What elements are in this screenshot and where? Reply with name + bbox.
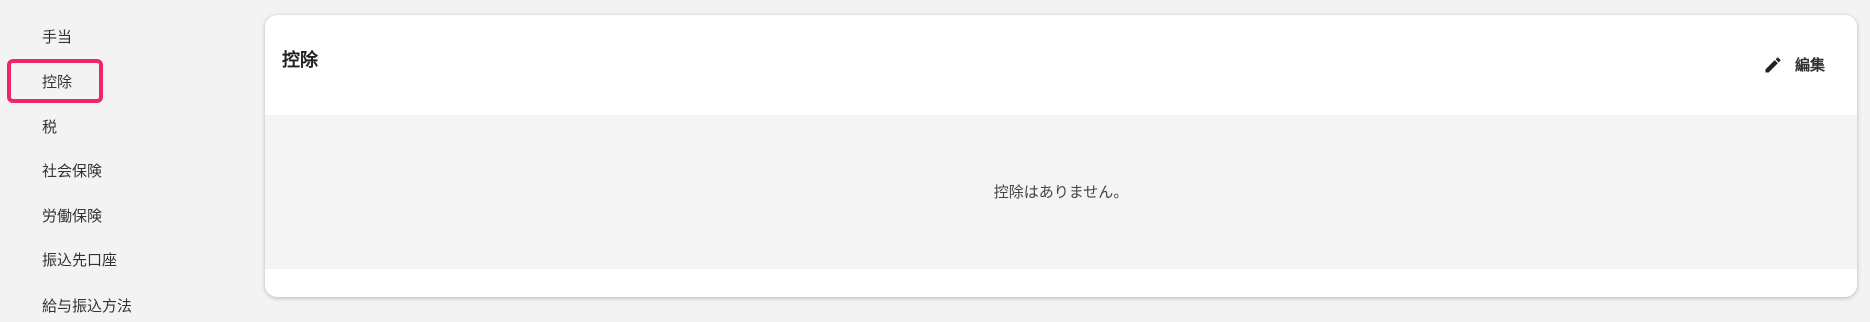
card-title: 控除 [282, 50, 318, 71]
sidebar-item-labor-insurance[interactable]: 労働保険 [42, 206, 102, 226]
empty-message: 控除はありません。 [993, 183, 1129, 201]
sidebar-nav: 手当 控除 税 社会保険 労働保険 振込先口座 給与振込方法 [0, 0, 250, 322]
sidebar-item-bank-account[interactable]: 振込先口座 [42, 250, 117, 270]
sidebar-item-deduction[interactable]: 控除 [42, 72, 72, 92]
sidebar-item-social-insurance[interactable]: 社会保険 [42, 161, 102, 181]
edit-button[interactable]: 編集 [1763, 55, 1825, 75]
sidebar-item-tax[interactable]: 税 [42, 117, 57, 137]
edit-label: 編集 [1794, 56, 1825, 74]
empty-state: 控除はありません。 [265, 115, 1857, 269]
pencil-icon [1763, 55, 1783, 75]
deduction-card: 控除 編集 控除はありません。 [265, 15, 1857, 297]
sidebar-item-allowance[interactable]: 手当 [42, 27, 72, 47]
sidebar-item-salary-transfer-method[interactable]: 給与振込方法 [42, 296, 132, 316]
